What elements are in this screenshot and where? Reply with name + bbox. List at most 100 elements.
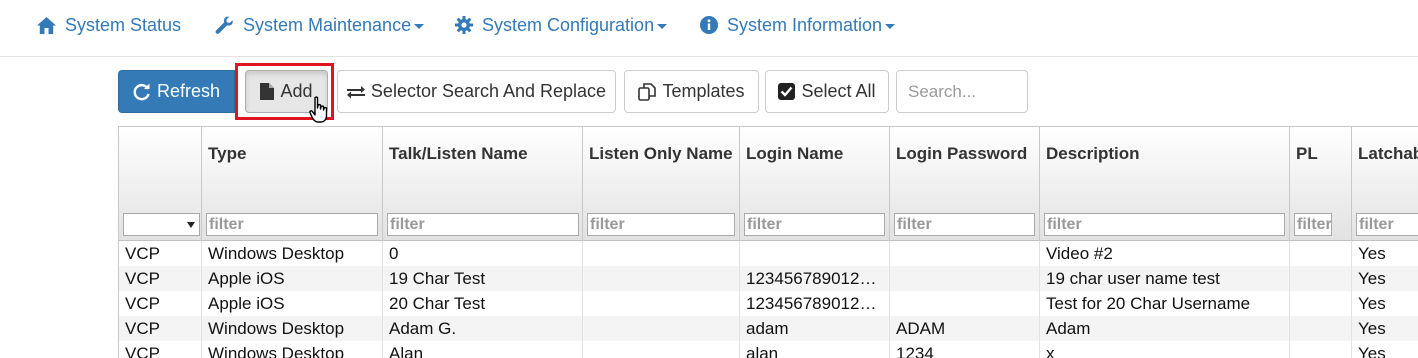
cell-pl xyxy=(1290,341,1352,358)
cell-login-password xyxy=(890,241,1040,266)
cell-pl xyxy=(1290,316,1352,341)
filter-input-type[interactable]: filter xyxy=(206,213,378,236)
selector-search-replace-label: Selector Search And Replace xyxy=(370,81,607,101)
filter-input-login-name[interactable]: filter xyxy=(744,213,885,236)
cell-type: Apple iOS xyxy=(202,266,383,291)
table-row[interactable]: VCP Apple iOS 19 Char Test 123456789012…… xyxy=(119,266,1418,291)
templates-button[interactable]: Templates xyxy=(624,70,759,113)
file-icon xyxy=(260,83,275,100)
nav-system-configuration-label: System Configuration xyxy=(482,14,655,35)
gear-icon xyxy=(455,16,473,34)
nav-system-maintenance-label: System Maintenance xyxy=(243,14,412,35)
nav-system-configuration[interactable]: System Configuration xyxy=(455,0,668,50)
nav-system-information[interactable]: System Information xyxy=(700,0,896,50)
column-header-label: PL xyxy=(1296,144,1318,163)
cell-pl xyxy=(1290,291,1352,316)
cell-talk-listen-name: 19 Char Test xyxy=(383,266,583,291)
cell-select: VCP xyxy=(119,266,202,291)
cell-select: VCP xyxy=(119,316,202,341)
nav-system-information-label: System Information xyxy=(727,14,883,35)
cell-login-name xyxy=(740,241,890,266)
filter-input-listen-only-name[interactable]: filter xyxy=(587,213,735,236)
cell-type: Windows Desktop xyxy=(202,316,383,341)
caret-down-icon xyxy=(657,23,668,29)
column-header-latchable[interactable]: Latchab filter xyxy=(1352,127,1418,241)
cell-type: Windows Desktop xyxy=(202,341,383,358)
column-header-type[interactable]: Type filter xyxy=(202,127,383,241)
cell-select: VCP xyxy=(119,341,202,358)
top-navbar: System Status System Maintenance System … xyxy=(0,0,1418,57)
cell-listen-only-name xyxy=(583,266,740,291)
nav-system-status-label: System Status xyxy=(65,14,182,35)
cell-pl xyxy=(1290,241,1352,266)
cell-description: Test for 20 Char Username xyxy=(1040,291,1290,316)
select-all-button-label: Select All xyxy=(801,81,876,101)
filter-input-pl[interactable]: filter xyxy=(1294,213,1332,236)
cell-description: x xyxy=(1040,341,1290,358)
column-header-label: Talk/Listen Name xyxy=(389,144,528,163)
cell-description: 19 char user name test xyxy=(1040,266,1290,291)
cell-listen-only-name xyxy=(583,341,740,358)
select-all-button[interactable]: Select All xyxy=(765,70,889,113)
search-input[interactable] xyxy=(896,70,1028,113)
grid-header: Type filter Talk/Listen Name filter List… xyxy=(119,127,1418,241)
cell-latchable: Yes xyxy=(1352,316,1418,341)
column-header-label: Latchab xyxy=(1358,144,1418,163)
cell-latchable: Yes xyxy=(1352,291,1418,316)
cell-login-password xyxy=(890,266,1040,291)
table-row[interactable]: VCP Windows Desktop Adam G. adam ADAM Ad… xyxy=(119,316,1418,341)
filter-input-description[interactable]: filter xyxy=(1044,213,1285,236)
filter-select[interactable] xyxy=(123,213,200,236)
column-header-pl[interactable]: PL filter xyxy=(1290,127,1352,241)
table-row[interactable]: VCP Windows Desktop Alan alan 1234 x Yes xyxy=(119,341,1418,358)
nav-system-status[interactable]: System Status xyxy=(37,0,181,50)
info-icon xyxy=(700,16,718,34)
cell-select: VCP xyxy=(119,291,202,316)
column-header-label: Login Name xyxy=(746,144,844,163)
column-header-description[interactable]: Description filter xyxy=(1040,127,1290,241)
cell-select: VCP xyxy=(119,241,202,266)
column-header-talk-listen-name[interactable]: Talk/Listen Name filter xyxy=(383,127,583,241)
refresh-button-label: Refresh xyxy=(156,81,221,101)
cell-pl xyxy=(1290,266,1352,291)
table-row[interactable]: VCP Windows Desktop 0 Video #2 Yes xyxy=(119,241,1418,266)
caret-down-icon xyxy=(885,23,896,29)
templates-button-label: Templates xyxy=(662,81,745,101)
cell-latchable: Yes xyxy=(1352,266,1418,291)
cell-type: Apple iOS xyxy=(202,291,383,316)
column-header-label: Description xyxy=(1046,144,1140,163)
wrench-icon xyxy=(215,16,233,34)
selector-search-replace-button[interactable]: Selector Search And Replace xyxy=(337,70,616,113)
cell-login-name: adam xyxy=(740,316,890,341)
hand-cursor-icon xyxy=(309,96,328,123)
column-header-label: Login Password xyxy=(896,144,1028,163)
refresh-icon xyxy=(133,83,150,100)
cell-listen-only-name xyxy=(583,291,740,316)
cell-talk-listen-name: Adam G. xyxy=(383,316,583,341)
filter-input-latchable[interactable]: filter xyxy=(1356,213,1418,236)
nav-system-maintenance[interactable]: System Maintenance xyxy=(215,0,425,50)
checkbox-checked-icon xyxy=(778,83,796,100)
caret-down-icon xyxy=(414,23,425,29)
cell-talk-listen-name: 20 Char Test xyxy=(383,291,583,316)
refresh-button[interactable]: Refresh xyxy=(118,70,235,113)
column-header-select[interactable] xyxy=(119,127,202,241)
cell-login-name: alan xyxy=(740,341,890,358)
data-grid: Type filter Talk/Listen Name filter List… xyxy=(118,126,1418,358)
filter-input-login-password[interactable]: filter xyxy=(894,213,1035,236)
cell-latchable: Yes xyxy=(1352,341,1418,358)
column-header-login-password[interactable]: Login Password filter xyxy=(890,127,1040,241)
exchange-arrows-icon xyxy=(346,85,365,98)
cell-listen-only-name xyxy=(583,241,740,266)
cell-login-name: 123456789012… xyxy=(740,266,890,291)
cell-type: Windows Desktop xyxy=(202,241,383,266)
cell-listen-only-name xyxy=(583,316,740,341)
column-header-login-name[interactable]: Login Name filter xyxy=(740,127,890,241)
cell-login-name: 123456789012… xyxy=(740,291,890,316)
column-header-listen-only-name[interactable]: Listen Only Name filter xyxy=(583,127,740,241)
cell-talk-listen-name: Alan xyxy=(383,341,583,358)
cell-login-password xyxy=(890,291,1040,316)
filter-input-talk-listen-name[interactable]: filter xyxy=(387,213,579,236)
table-row[interactable]: VCP Apple iOS 20 Char Test 123456789012…… xyxy=(119,291,1418,316)
cell-description: Adam xyxy=(1040,316,1290,341)
